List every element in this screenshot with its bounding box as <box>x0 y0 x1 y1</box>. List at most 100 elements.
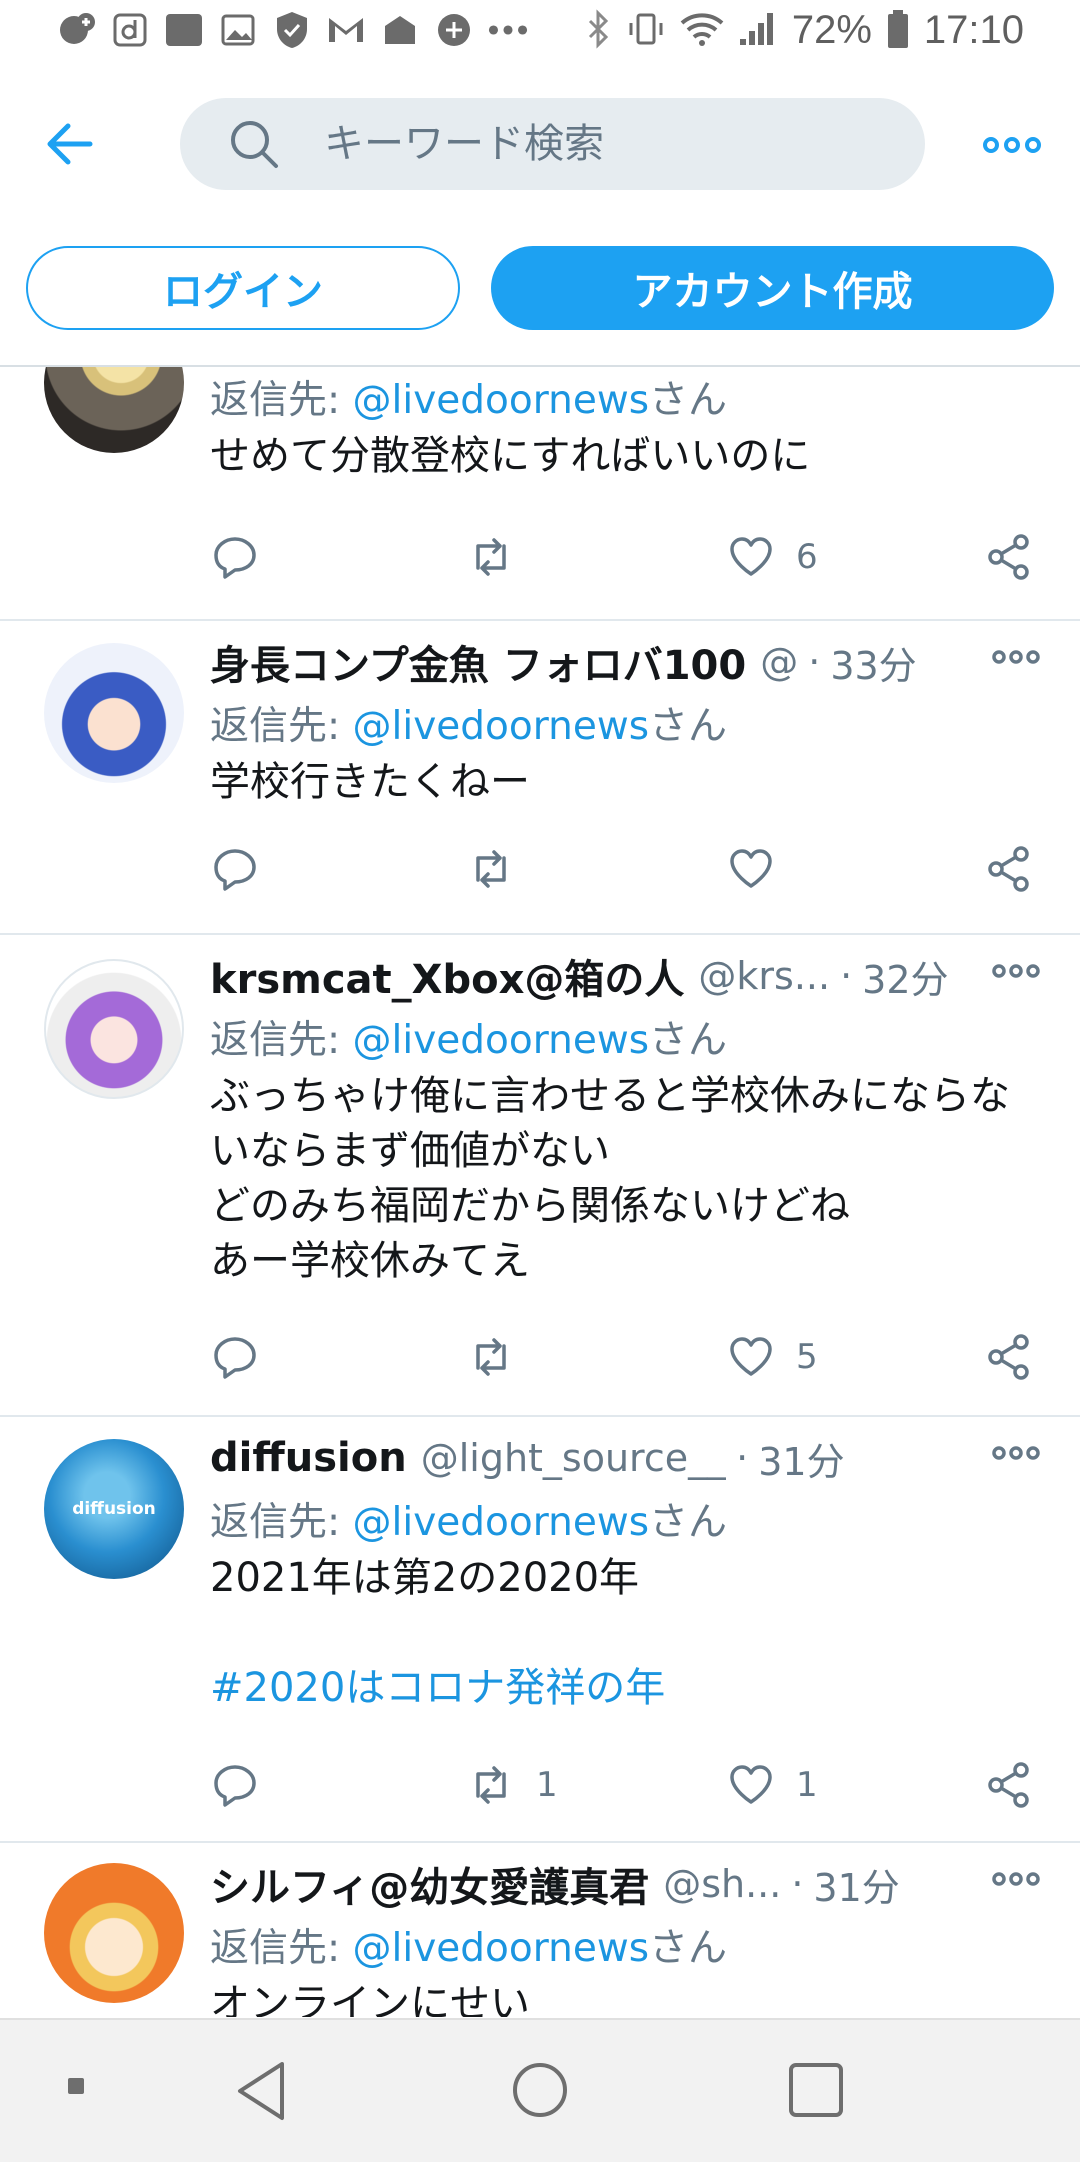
mention-link[interactable]: @livedoornews <box>353 704 650 749</box>
tweet-body: krsmcat_Xbox@箱の人 @krs... · 32分 返信先: @liv… <box>210 947 1040 1289</box>
retweet-button[interactable] <box>466 839 536 899</box>
like-count: 6 <box>796 537 818 577</box>
wifi-icon <box>680 11 724 51</box>
status-bar: 72% 17:10 <box>0 0 1080 72</box>
reply-icon <box>214 537 256 579</box>
tweet[interactable]: 身長コンプ金魚 フォロバ100 @ · 33分 返信先: @livedoorne… <box>0 621 1080 935</box>
display-name[interactable]: diffusion <box>210 1435 407 1481</box>
more-notifications-icon <box>488 10 528 50</box>
bluetooth-icon <box>584 8 612 53</box>
tweet[interactable]: krsmcat_Xbox@箱の人 @krs... · 32分 返信先: @liv… <box>0 935 1080 1417</box>
triangle-back-icon <box>238 2062 284 2120</box>
tweet-actions <box>210 839 1040 899</box>
circle-home-icon <box>513 2063 567 2117</box>
reply-button[interactable] <box>210 1327 260 1387</box>
display-name[interactable]: krsmcat_Xbox@箱の人 <box>210 947 684 1005</box>
heart-icon <box>730 849 772 888</box>
display-name[interactable]: シルフィ@幼女愛護真君 <box>210 1855 649 1913</box>
like-button[interactable] <box>726 839 796 899</box>
share-button[interactable] <box>984 1755 1034 1815</box>
share-button[interactable] <box>984 1327 1034 1387</box>
reply-to: 返信先: @livedoornewsさん <box>210 1491 1040 1547</box>
system-indicators: 72% 17:10 <box>584 8 1024 53</box>
tweet[interactable]: シルフィ@幼女愛護真君 @sh... · 31分 返信先: @livedoorn… <box>0 1843 1080 2017</box>
recents-nav-button[interactable] <box>786 2060 846 2124</box>
square-dot-icon <box>68 2078 84 2094</box>
retweet-button[interactable] <box>466 527 536 587</box>
hashtag-link[interactable]: #2020はコロナ発祥の年 <box>210 1661 1040 1716</box>
user-handle: @ <box>760 640 799 684</box>
retweet-button[interactable]: 1 <box>466 1755 558 1815</box>
avatar[interactable] <box>44 1863 184 2003</box>
tweet-more-button[interactable] <box>992 961 1040 981</box>
reply-button[interactable] <box>210 1755 260 1815</box>
mention-link[interactable]: @livedoornews <box>353 378 650 423</box>
reply-prefix: 返信先: <box>210 1926 353 1971</box>
more-icon <box>992 1872 1040 1886</box>
tweet-text: オンラインにせい <box>210 1981 530 2017</box>
share-icon <box>988 1762 1029 1808</box>
signup-button[interactable]: アカウント作成 <box>491 246 1054 330</box>
tweet[interactable]: diffusion diffusion @light_source__ · 31… <box>0 1417 1080 1843</box>
tweet-more-button[interactable] <box>992 1443 1040 1463</box>
user-handle: @krs... <box>698 954 831 998</box>
mention-link[interactable]: @livedoornews <box>353 1018 650 1063</box>
heart-icon <box>730 537 772 576</box>
tweet-header: diffusion @light_source__ · 31分 <box>210 1429 1040 1487</box>
login-button[interactable]: ログイン <box>26 246 460 330</box>
avatar[interactable] <box>44 959 184 1099</box>
like-button[interactable]: 6 <box>726 527 818 587</box>
share-icon <box>988 846 1029 892</box>
arrow-left-icon <box>47 123 93 165</box>
tweet-header: krsmcat_Xbox@箱の人 @krs... · 32分 <box>210 947 1040 1005</box>
d-app-icon <box>110 10 150 50</box>
tweet[interactable]: 返信先: @livedoornewsさん せめて分散登校にすればいいのに 6 <box>0 367 1080 621</box>
display-name[interactable]: 身長コンプ金魚 フォロバ100 <box>210 633 746 691</box>
image-icon <box>218 10 258 50</box>
more-icon <box>992 1446 1040 1460</box>
avatar[interactable] <box>44 367 184 453</box>
reply-to: 返信先: @livedoornewsさん <box>210 369 1040 425</box>
search-input[interactable] <box>322 120 886 168</box>
battery-percent: 72% <box>791 8 872 52</box>
tweet-more-button[interactable] <box>992 647 1040 667</box>
gmail-icon <box>326 10 366 50</box>
reply-button[interactable] <box>210 527 260 587</box>
avatar[interactable] <box>44 643 184 783</box>
like-button[interactable]: 5 <box>726 1327 818 1387</box>
like-button[interactable]: 1 <box>726 1755 818 1815</box>
vibrate-icon <box>626 9 666 53</box>
back-button[interactable] <box>40 112 104 176</box>
tweet-more-button[interactable] <box>992 1869 1040 1889</box>
retweet-button[interactable] <box>466 1327 536 1387</box>
more-options-button[interactable] <box>982 134 1042 156</box>
reply-button[interactable] <box>210 839 260 899</box>
search-bar[interactable] <box>180 98 925 190</box>
reply-prefix: 返信先: <box>210 378 353 423</box>
timestamp: 31分 <box>758 1439 845 1484</box>
retweet-icon <box>476 1766 506 1804</box>
more-icon <box>992 650 1040 664</box>
signal-icon <box>738 11 778 51</box>
tweet-actions: 5 <box>210 1327 1040 1387</box>
tweet-actions: 1 1 <box>210 1755 1040 1815</box>
like-count: 1 <box>796 1765 818 1805</box>
mention-link[interactable]: @livedoornews <box>353 1500 650 1545</box>
timestamp: 33分 <box>830 643 917 688</box>
mention-link[interactable]: @livedoornews <box>353 1926 650 1971</box>
notification-icons <box>56 10 528 50</box>
separator-dot: · <box>840 954 853 998</box>
reply-icon <box>214 1765 256 1807</box>
avatar[interactable]: diffusion <box>44 1439 184 1579</box>
separator-dot: · <box>791 1862 804 1906</box>
nav-dot-button[interactable] <box>66 2076 86 2100</box>
reply-suffix: さん <box>649 704 728 749</box>
share-button[interactable] <box>984 839 1034 899</box>
home-nav-button[interactable] <box>510 2060 570 2124</box>
separator-dot: · <box>808 640 821 684</box>
share-button[interactable] <box>984 527 1034 587</box>
share-icon <box>988 534 1029 580</box>
reply-prefix: 返信先: <box>210 704 353 749</box>
battery-icon <box>886 9 910 53</box>
back-nav-button[interactable] <box>232 2060 292 2126</box>
